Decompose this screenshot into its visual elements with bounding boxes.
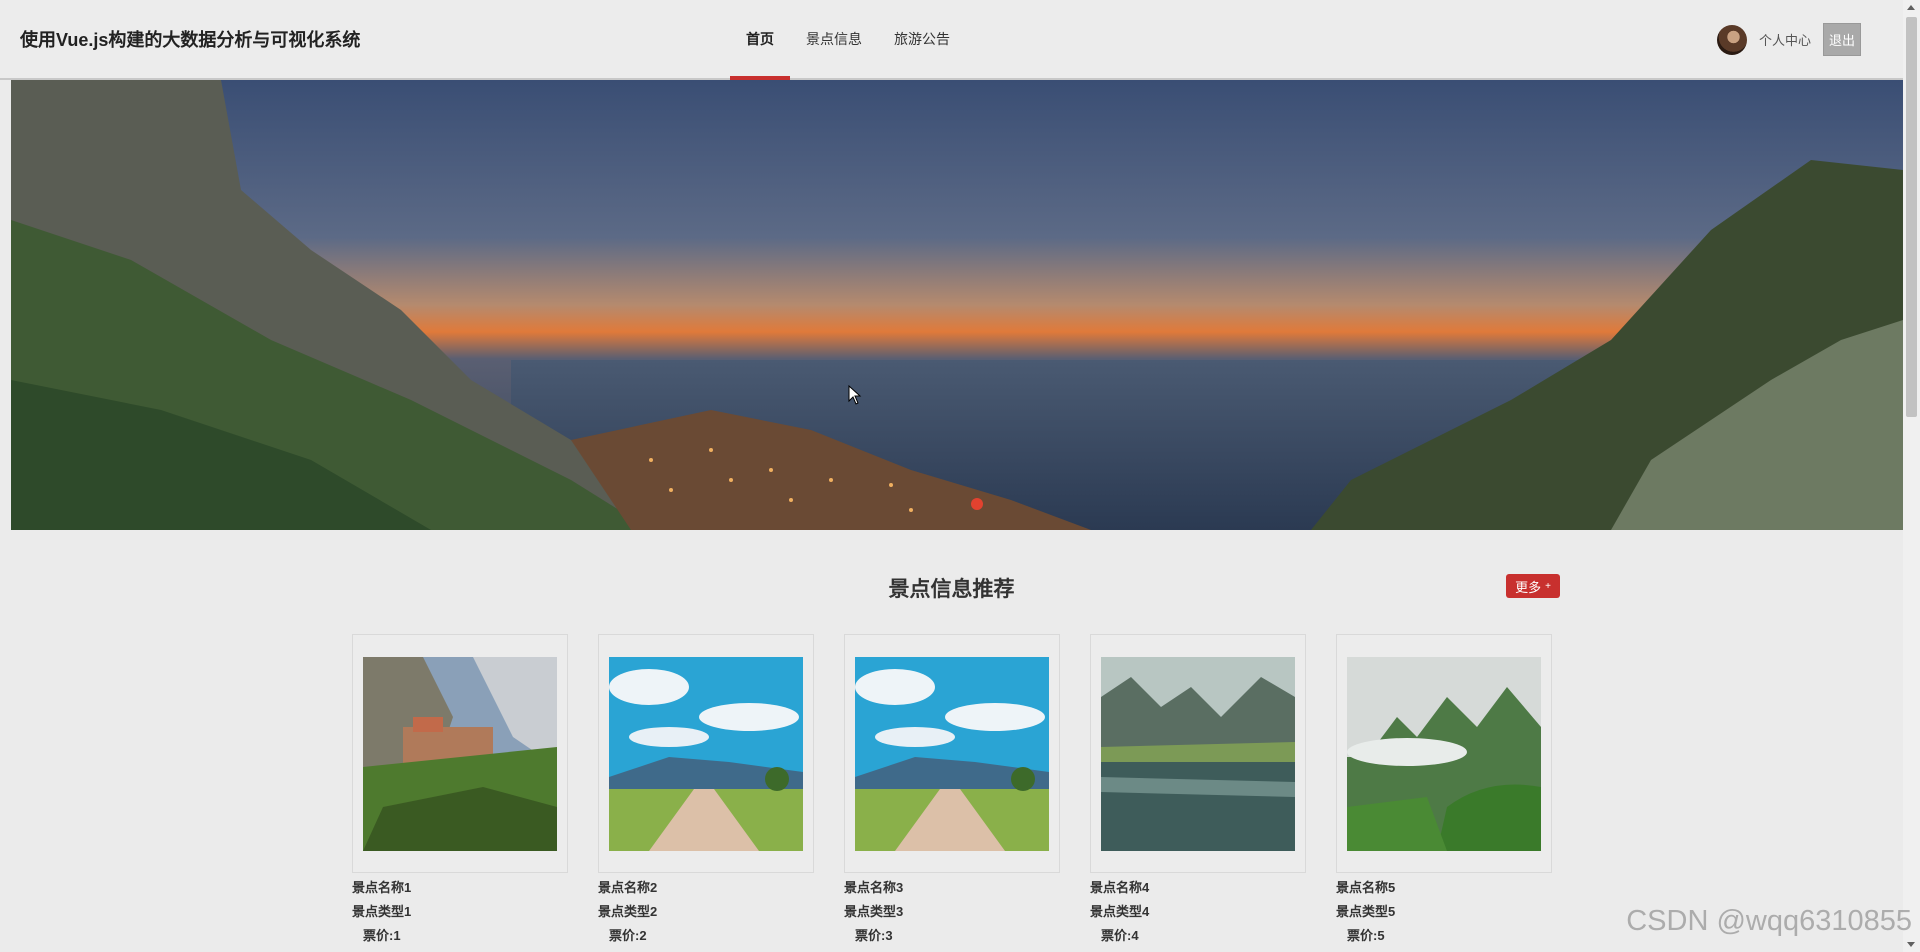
scenic-name[interactable]: 景点名称1 bbox=[352, 876, 568, 900]
scenic-type: 景点类型1 bbox=[352, 904, 412, 919]
scenic-type: 景点类型2 bbox=[598, 904, 658, 919]
scenic-photo-village bbox=[363, 657, 557, 851]
scenic-card[interactable]: 景点名称2 景点类型2 票价:2 bbox=[598, 634, 814, 948]
scenic-type: 景点类型3 bbox=[844, 904, 904, 919]
plus-icon: + bbox=[1545, 580, 1551, 592]
scenic-price: 票价:5 bbox=[1347, 928, 1385, 943]
scenic-name[interactable]: 景点名称2 bbox=[598, 876, 814, 900]
scroll-up-arrow-icon[interactable] bbox=[1907, 5, 1915, 10]
scenic-photo-mountain bbox=[1347, 657, 1541, 851]
more-button-label: 更多 bbox=[1515, 579, 1542, 595]
scenic-price: 票价:1 bbox=[363, 928, 401, 943]
scenic-type: 景点类型5 bbox=[1336, 904, 1396, 919]
scenic-card[interactable]: 景点名称5 景点类型5 票价:5 bbox=[1336, 634, 1552, 948]
scenic-type: 景点类型4 bbox=[1090, 904, 1150, 919]
scenic-card-image-frame[interactable] bbox=[1336, 634, 1552, 873]
nav-scenic-info[interactable]: 景点信息 bbox=[790, 0, 878, 78]
site-title: 使用Vue.js构建的大数据分析与可视化系统 bbox=[20, 30, 361, 50]
mouse-cursor-icon bbox=[848, 385, 862, 405]
avatar[interactable] bbox=[1716, 24, 1747, 55]
scenic-card[interactable]: 景点名称3 景点类型3 票价:3 bbox=[844, 634, 1060, 948]
scenic-name[interactable]: 景点名称5 bbox=[1336, 876, 1552, 900]
scenic-card-image-frame[interactable] bbox=[352, 634, 568, 873]
scroll-down-arrow-icon[interactable] bbox=[1907, 942, 1915, 947]
scroll-thumb[interactable] bbox=[1906, 17, 1917, 417]
scenic-photo-road bbox=[609, 657, 803, 851]
hero-banner-carousel[interactable] bbox=[11, 80, 1903, 530]
csdn-watermark: CSDN @wqq6310855 bbox=[1626, 905, 1912, 937]
profile-center-link[interactable]: 个人中心 bbox=[1759, 30, 1811, 49]
scenic-name[interactable]: 景点名称4 bbox=[1090, 876, 1306, 900]
carousel-dot-icon[interactable] bbox=[971, 498, 983, 510]
main-nav: 首页 景点信息 旅游公告 bbox=[730, 0, 966, 80]
scenic-price: 票价:4 bbox=[1101, 928, 1139, 943]
more-button[interactable]: 更多 + bbox=[1506, 574, 1560, 598]
nav-travel-notice[interactable]: 旅游公告 bbox=[878, 0, 966, 78]
page-scrollbar[interactable] bbox=[1903, 0, 1920, 952]
scenic-card-image-frame[interactable] bbox=[598, 634, 814, 873]
scenic-photo-lake bbox=[1101, 657, 1295, 851]
scenic-price: 票价:3 bbox=[855, 928, 893, 943]
top-navbar: 使用Vue.js构建的大数据分析与可视化系统 首页 景点信息 旅游公告 个人中心… bbox=[0, 0, 1903, 80]
scenic-name[interactable]: 景点名称3 bbox=[844, 876, 1060, 900]
scenic-price: 票价:2 bbox=[609, 928, 647, 943]
banner-image bbox=[11, 80, 1903, 530]
user-area: 个人中心 退出 bbox=[1716, 23, 1861, 56]
scenic-card[interactable]: 景点名称1 景点类型1 票价:1 bbox=[352, 634, 568, 948]
nav-home[interactable]: 首页 bbox=[730, 0, 790, 80]
scenic-card-image-frame[interactable] bbox=[1090, 634, 1306, 873]
scenic-card-image-frame[interactable] bbox=[844, 634, 1060, 873]
scenic-photo-road bbox=[855, 657, 1049, 851]
logout-button[interactable]: 退出 bbox=[1822, 23, 1861, 56]
section-title-recommend: 景点信息推荐 bbox=[888, 578, 1015, 601]
scenic-card[interactable]: 景点名称4 景点类型4 票价:4 bbox=[1090, 634, 1306, 948]
